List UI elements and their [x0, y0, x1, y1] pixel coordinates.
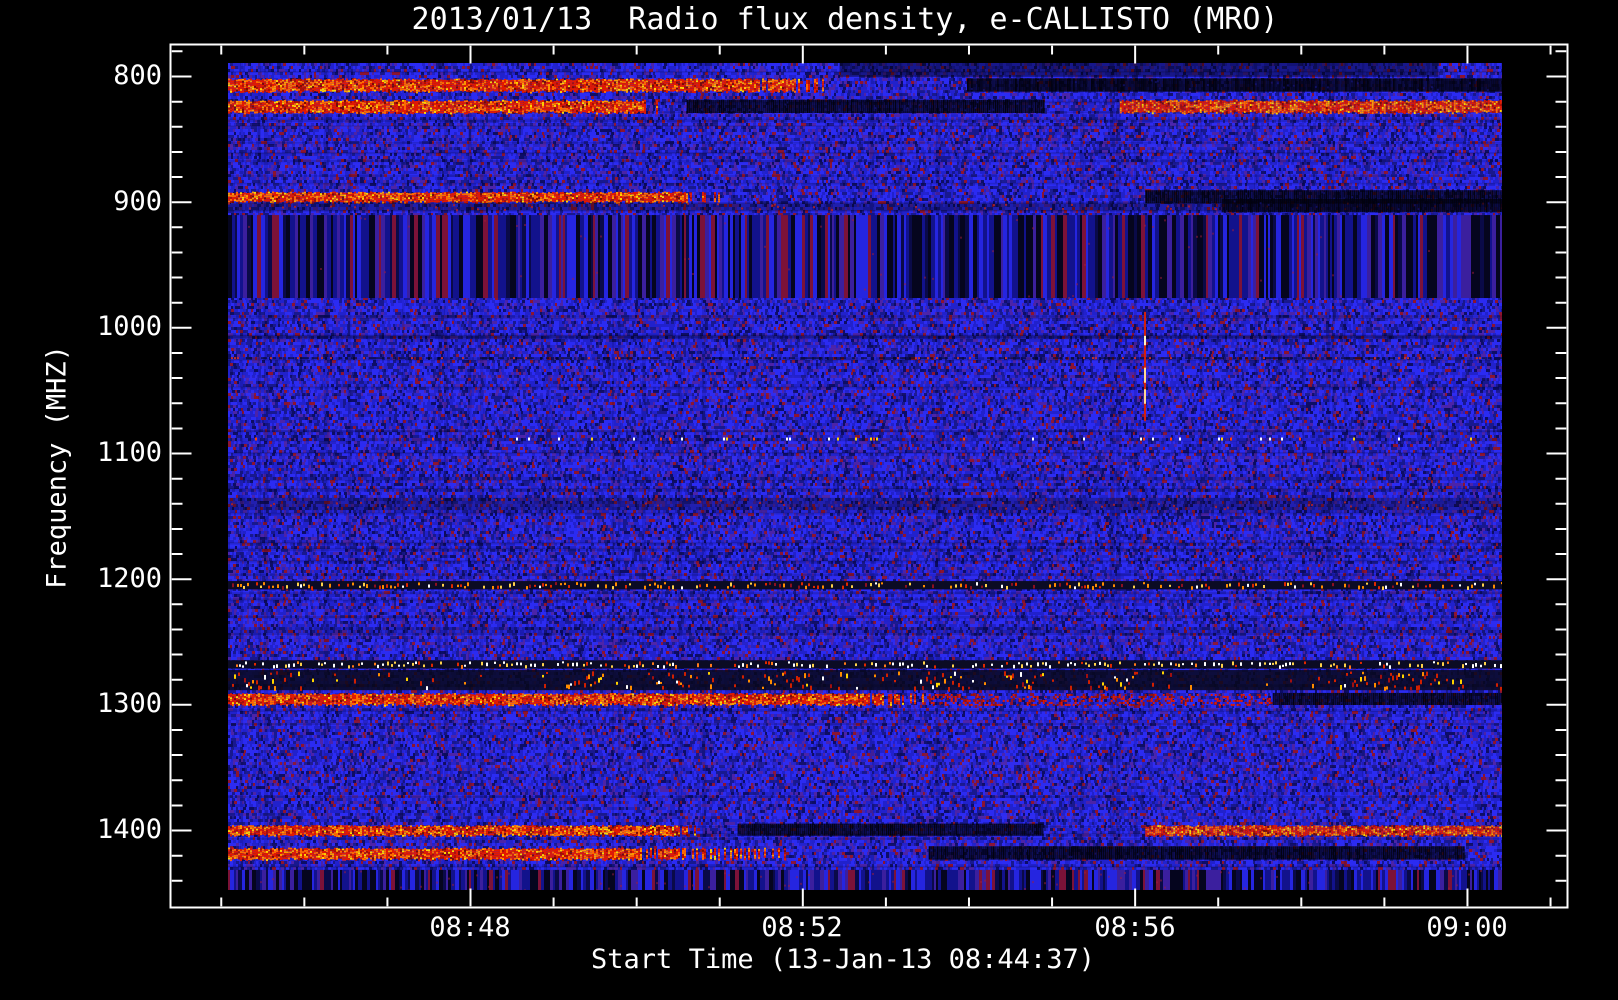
spectrogram-page: 2013/01/13 Radio flux density, e-CALLIST…	[0, 0, 1618, 1000]
x-axis-title: Start Time (13-Jan-13 08:44:37)	[591, 944, 1095, 975]
x-tick-label: 08:52	[761, 912, 843, 943]
y-tick-label: 1300	[96, 688, 162, 720]
y-tick-label: 1000	[96, 311, 162, 343]
x-tick-label: 08:48	[429, 912, 511, 943]
y-tick-label: 800	[113, 60, 162, 91]
x-tick-label: 08:56	[1094, 912, 1176, 943]
x-tick-label: 09:00	[1426, 912, 1508, 943]
y-tick-label: 1400	[96, 814, 162, 846]
y-tick-label: 1200	[96, 562, 162, 594]
axes-frame	[0, 0, 1618, 1000]
y-tick-label: 900	[113, 185, 162, 217]
y-tick-label: 1100	[96, 437, 162, 468]
